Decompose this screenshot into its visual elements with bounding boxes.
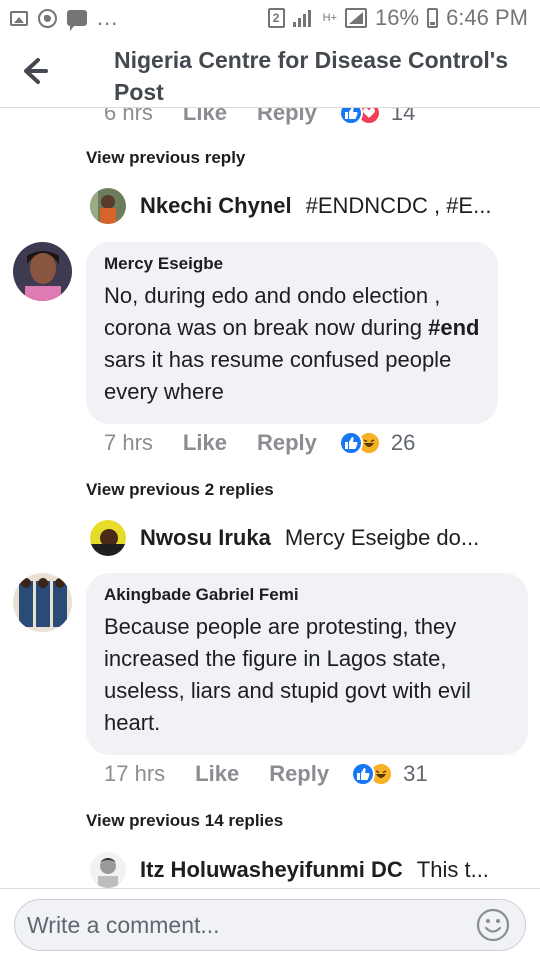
whatsapp-icon xyxy=(38,8,57,28)
avatar[interactable] xyxy=(13,573,72,632)
reply-snippet: This t... xyxy=(416,857,489,882)
reply-button[interactable]: Reply xyxy=(257,108,317,126)
like-reaction-icon xyxy=(351,762,376,786)
comment-time: 6 hrs xyxy=(104,108,153,125)
like-button[interactable]: Like xyxy=(195,761,239,787)
status-system: 2 H+ 16% 6:46 PM xyxy=(267,0,528,36)
signal-icon xyxy=(345,8,368,28)
battery-icon xyxy=(427,8,439,28)
more-dots-icon: ... xyxy=(97,5,119,30)
view-previous-replies-link[interactable]: View previous 2 replies xyxy=(86,480,274,500)
reply-preview[interactable]: Nkechi Chynel #ENDNCDC , #E... xyxy=(90,188,510,224)
view-previous-replies-link[interactable]: View previous 14 replies xyxy=(86,811,283,831)
like-button[interactable]: Like xyxy=(183,430,227,456)
avatar[interactable] xyxy=(13,242,72,301)
reply-button[interactable]: Reply xyxy=(257,430,317,456)
message-icon xyxy=(67,10,87,31)
clock: 6:46 PM xyxy=(446,5,528,30)
avatar[interactable] xyxy=(90,852,126,888)
like-reaction-icon xyxy=(338,431,363,455)
avatar[interactable] xyxy=(90,520,126,556)
reaction-count: 14 xyxy=(390,108,416,125)
battery-percent: 16% xyxy=(375,5,420,30)
reply-author[interactable]: Nwosu Iruka xyxy=(140,525,271,551)
comment-text-start: No, during edo and ondo election , coron… xyxy=(104,283,441,340)
reaction-count: 31 xyxy=(403,761,428,786)
reaction-count: 26 xyxy=(390,430,416,455)
reactions[interactable]: 31 xyxy=(351,761,428,787)
comment-text: Because people are protesting, they incr… xyxy=(104,614,471,735)
comment-bubble[interactable]: Mercy Eseigbe No, during edo and ondo el… xyxy=(86,242,498,424)
gallery-icon xyxy=(10,10,28,26)
signal-icon xyxy=(292,9,315,27)
comments-list[interactable]: 6 hrs Like Reply 14 View previous reply … xyxy=(0,108,540,888)
comment-time: 7 hrs xyxy=(104,430,153,455)
post-header: Nigeria Centre for Disease Control's Pos… xyxy=(0,36,540,108)
network-type: H+ xyxy=(322,11,338,24)
like-button[interactable]: Like xyxy=(183,108,227,126)
reactions[interactable]: 14 xyxy=(338,108,416,126)
reply-author[interactable]: Nkechi Chynel xyxy=(140,193,292,219)
comment-input[interactable] xyxy=(14,899,526,951)
comment-meta-row: 6 hrs Like Reply 14 xyxy=(104,108,415,126)
comment-text-end: sars it has resume confused people every… xyxy=(104,347,452,404)
reply-author[interactable]: Itz Holuwasheyifunmi DC xyxy=(140,857,403,883)
reply-button[interactable]: Reply xyxy=(269,761,329,787)
comment-text: No, during edo and ondo election , coron… xyxy=(104,280,480,408)
reactions[interactable]: 26 xyxy=(338,430,416,456)
avatar[interactable] xyxy=(90,188,126,224)
comment-bubble[interactable]: Akingbade Gabriel Femi Because people ar… xyxy=(86,573,528,755)
view-previous-replies-link[interactable]: View previous reply xyxy=(86,148,245,168)
comment-author[interactable]: Mercy Eseigbe xyxy=(104,254,480,274)
reply-preview[interactable]: Itz Holuwasheyifunmi DC This t... xyxy=(90,852,510,888)
status-bar: ... 2 H+ 16% 6:46 PM xyxy=(0,0,540,36)
arrow-left-icon[interactable] xyxy=(16,56,52,86)
comment-composer xyxy=(0,888,540,960)
comment-meta-row: 17 hrs Like Reply 31 xyxy=(104,761,428,787)
like-reaction-icon xyxy=(338,108,363,125)
comment-time: 17 hrs xyxy=(104,761,166,786)
sim-icon: 2 xyxy=(267,8,285,28)
comment-meta-row: 7 hrs Like Reply 26 xyxy=(104,430,415,456)
emoji-smile-icon[interactable] xyxy=(476,908,510,942)
reply-snippet: #ENDNCDC , #E... xyxy=(305,193,492,218)
page-title: Nigeria Centre for Disease Control's Pos… xyxy=(114,47,509,105)
reply-preview[interactable]: Nwosu Iruka Mercy Eseigbe do... xyxy=(90,520,510,556)
reply-snippet: Mercy Eseigbe do... xyxy=(284,525,480,550)
status-notifications: ... xyxy=(0,5,118,31)
comment-author[interactable]: Akingbade Gabriel Femi xyxy=(104,585,510,605)
hashtag-link[interactable]: #end xyxy=(428,315,479,340)
